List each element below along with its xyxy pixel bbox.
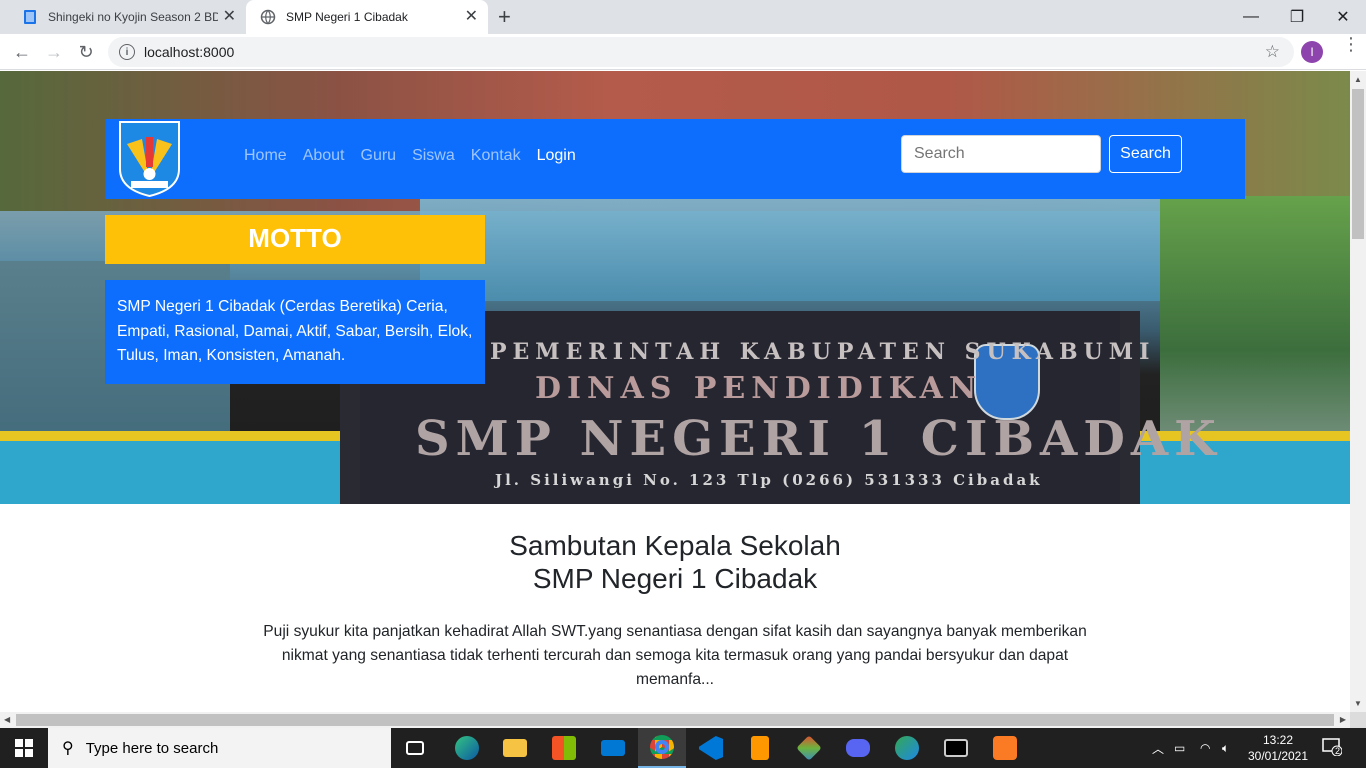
vertical-scrollbar[interactable]: ▲ ▼ <box>1350 71 1366 712</box>
vscode-icon[interactable] <box>687 728 735 768</box>
site-navbar: Home About Guru Siswa Kontak Login Searc… <box>105 119 1245 199</box>
browser-tab-shingeki[interactable]: Shingeki no Kyojin Season 2 BD ( ✕ <box>8 0 246 34</box>
search-icon: ⚲ <box>62 740 74 757</box>
browser-tab-strip: Shingeki no Kyojin Season 2 BD ( ✕ SMP N… <box>0 0 1366 34</box>
browser-tab-title: Shingeki no Kyojin Season 2 BD ( <box>48 10 218 24</box>
motto-text: SMP Negeri 1 Cibadak (Cerdas Beretika) C… <box>105 280 485 384</box>
bookmark-star-icon[interactable]: ☆ <box>1265 42 1280 62</box>
sign-text-line3: SMP NEGERI 1 CIBADAK <box>415 411 1222 467</box>
task-view-icon[interactable] <box>391 728 439 768</box>
windows-start-icon[interactable] <box>0 728 48 768</box>
discord-icon[interactable] <box>834 728 882 768</box>
page-viewport: PEMERINTAH KABUPATEN SUKABUMI DINAS PEND… <box>0 71 1350 712</box>
address-bar[interactable]: i localhost:8000 ☆ <box>108 37 1294 67</box>
site-info-icon[interactable]: i <box>119 44 135 60</box>
mail-icon[interactable] <box>589 728 637 768</box>
welcome-paragraph: Puji syukur kita panjatkan kehadirat All… <box>263 623 1087 688</box>
volume-icon[interactable]: 🔈︎ <box>1222 728 1229 768</box>
battery-icon[interactable]: ▭ <box>1174 728 1185 768</box>
profile-avatar[interactable]: I <box>1301 41 1323 63</box>
browser-icon[interactable] <box>883 728 931 768</box>
tray-chevron-icon[interactable]: ︿ <box>1152 728 1164 768</box>
windows-taskbar: ⚲ Type here to search ︿ ▭ ◠ 🔈︎ 13:22 30/… <box>0 728 1366 768</box>
file-explorer-icon[interactable] <box>491 728 539 768</box>
browser-toolbar: ← → ↻ i localhost:8000 ☆ I ⋮ <box>0 34 1366 70</box>
sign-text-line4: Jl. Siliwangi No. 123 Tlp (0266) 531333 … <box>495 471 1043 489</box>
browser-menu-icon[interactable]: ⋮ <box>1342 35 1360 53</box>
welcome-heading-line1: Sambutan Kepala Sekolah <box>509 530 841 561</box>
browser-tab-title: SMP Negeri 1 Cibadak <box>286 10 408 24</box>
scroll-up-icon[interactable]: ▲ <box>1354 75 1362 84</box>
motto-title: MOTTO <box>105 215 485 264</box>
clock-time: 13:22 <box>1262 733 1294 747</box>
nav-links: Home About Guru Siswa Kontak Login <box>244 146 576 166</box>
new-tab-icon[interactable]: + <box>498 4 511 30</box>
sign-text-line2: DINAS PENDIDIKAN <box>535 371 983 406</box>
scroll-down-icon[interactable]: ▼ <box>1354 699 1362 708</box>
hero-canopy <box>420 191 1200 301</box>
notification-count: 2 <box>1335 746 1341 756</box>
nav-link-siswa[interactable]: Siswa <box>412 146 455 166</box>
nav-link-login[interactable]: Login <box>537 146 576 166</box>
horizontal-scroll-thumb[interactable] <box>16 714 1334 726</box>
welcome-heading: Sambutan Kepala Sekolah SMP Negeri 1 Cib… <box>0 529 1350 595</box>
search-input[interactable] <box>901 135 1101 173</box>
scroll-left-icon[interactable]: ◀ <box>4 715 10 724</box>
url-text[interactable]: localhost:8000 <box>144 44 234 60</box>
git-icon[interactable] <box>785 728 833 768</box>
reload-icon[interactable]: ↻ <box>74 40 98 64</box>
vertical-scroll-thumb[interactable] <box>1352 89 1364 239</box>
taskbar-clock[interactable]: 13:22 30/01/2021 <box>1245 732 1311 764</box>
scroll-right-icon[interactable]: ▶ <box>1340 715 1346 724</box>
back-icon[interactable]: ← <box>10 40 34 64</box>
welcome-heading-line2: SMP Negeri 1 Cibadak <box>532 563 818 594</box>
edge-icon[interactable] <box>443 728 491 768</box>
nav-link-about[interactable]: About <box>303 146 345 166</box>
globe-icon <box>260 9 276 25</box>
browser-tab-smp[interactable]: SMP Negeri 1 Cibadak ✕ <box>246 0 488 34</box>
scrollbar-corner <box>1350 712 1366 728</box>
nav-link-guru[interactable]: Guru <box>361 146 397 166</box>
taskbar-search-box[interactable]: ⚲ Type here to search <box>48 728 391 768</box>
terminal-icon[interactable] <box>932 728 980 768</box>
store-icon[interactable] <box>540 728 588 768</box>
horizontal-scrollbar[interactable]: ◀ ▶ <box>0 712 1350 728</box>
taskbar-search-placeholder: Type here to search <box>85 739 219 757</box>
minimize-icon[interactable]: — <box>1228 0 1274 34</box>
nav-link-kontak[interactable]: Kontak <box>471 146 521 166</box>
close-tab-icon[interactable]: ✕ <box>465 9 478 25</box>
chrome-icon[interactable] <box>638 728 686 768</box>
notification-icon[interactable]: 2 <box>1322 738 1344 758</box>
school-logo-icon[interactable] <box>117 119 182 198</box>
sign-text-line1: PEMERINTAH KABUPATEN SUKABUMI <box>490 339 1156 365</box>
nav-link-home[interactable]: Home <box>244 146 287 166</box>
forward-icon[interactable]: → <box>42 40 66 64</box>
blogger-favicon-icon <box>24 10 36 24</box>
close-window-icon[interactable]: ✕ <box>1320 0 1366 34</box>
close-tab-icon[interactable]: ✕ <box>223 9 236 25</box>
sublime-text-icon[interactable] <box>736 728 784 768</box>
xampp-icon[interactable] <box>981 728 1029 768</box>
restore-icon[interactable]: ❐ <box>1274 0 1320 34</box>
clock-date: 30/01/2021 <box>1247 749 1309 763</box>
search-button[interactable]: Search <box>1109 135 1182 173</box>
wifi-icon[interactable]: ◠ <box>1200 728 1210 768</box>
